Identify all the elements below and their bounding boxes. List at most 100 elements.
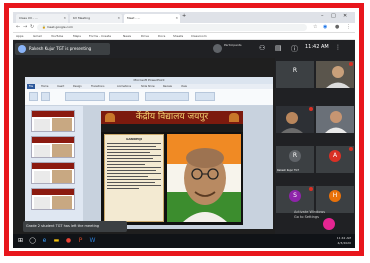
edge-icon[interactable]: e <box>40 237 49 245</box>
extension-icon[interactable]: ◉ <box>323 24 327 30</box>
bookmark-item[interactable]: YouTube <box>51 33 63 40</box>
presenting-banner[interactable]: Rakesh Kujur TGT is presenting <box>15 43 110 55</box>
participant-avatar: R <box>289 150 301 162</box>
windows-taskbar: ⊞ ◯ e ▬ ● P W 11:42 AM 4/3/2020 <box>13 234 355 248</box>
paragraph-group[interactable] <box>109 92 139 101</box>
new-tab-icon[interactable]: + <box>182 13 186 19</box>
participant-tile[interactable]: H <box>316 186 354 213</box>
powerpoint-window: Microsoft PowerPoint File Home Insert De… <box>25 77 273 229</box>
paste-button[interactable] <box>29 92 38 101</box>
bookmark-item[interactable]: News <box>123 33 131 40</box>
menu-icon[interactable]: ⋮ <box>346 24 351 30</box>
participants-caption: Participants <box>224 43 242 47</box>
muted-icon <box>309 187 313 191</box>
browser-tab[interactable]: KV Meeting ✕ <box>70 14 122 23</box>
word-icon[interactable]: W <box>88 237 97 245</box>
gandhi-portrait-image <box>167 134 241 222</box>
temple-decoration-icon <box>105 113 115 122</box>
profile-icon[interactable]: ● <box>335 24 339 30</box>
participant-tile[interactable]: R <box>276 61 314 88</box>
powerpoint-icon[interactable]: P <box>76 237 85 245</box>
slide-subtitle <box>101 124 243 132</box>
bookmark-item[interactable]: Drive <box>141 33 149 40</box>
meet-top-bar: Rakesh Kujur TGT is presenting Participa… <box>13 40 355 58</box>
activate-line-2: Go to Settings <box>294 215 319 219</box>
tab-label: Meet - ... <box>127 16 141 20</box>
current-slide[interactable]: केंद्रीय विद्यालय जयपुर GANDHIJI <box>101 111 243 225</box>
people-icon[interactable]: ⚇ <box>259 44 265 52</box>
participant-avatar: H <box>329 190 341 202</box>
participant-video-tile[interactable] <box>316 61 354 88</box>
close-window-icon[interactable]: ✕ <box>343 13 347 19</box>
participant-video-tile[interactable] <box>316 106 354 133</box>
bookmark-item[interactable]: Gmail <box>33 33 42 40</box>
close-icon[interactable]: ✕ <box>63 14 66 23</box>
red-border-frame: Class XII - ... ✕ KV Meeting ✕ Meet - ... ✕… <box>4 3 364 256</box>
url-text: meet.google.com <box>46 25 73 29</box>
slide-thumbnails-pane <box>25 106 83 229</box>
participant-tile[interactable]: S <box>276 186 314 213</box>
url-input[interactable]: 🔒 meet.google.com <box>37 24 307 31</box>
slide-thumbnail[interactable] <box>31 188 75 210</box>
bookmark-item[interactable]: Forms - Create <box>89 33 111 40</box>
ppt-title-bar: Microsoft PowerPoint <box>25 77 273 84</box>
chrome-icon[interactable]: ● <box>64 237 73 245</box>
forward-icon[interactable]: → <box>23 24 27 30</box>
more-options-icon[interactable]: ⋮ <box>335 44 341 51</box>
slide-text-panel: GANDHIJI <box>104 134 164 222</box>
back-icon[interactable]: ← <box>16 24 20 30</box>
presentation-stage: Microsoft PowerPoint File Home Insert De… <box>13 58 275 234</box>
maximize-icon[interactable]: □ <box>331 13 336 19</box>
new-slide-button[interactable] <box>41 92 50 101</box>
participant-name: Rakesh Kujur TGT <box>277 169 299 172</box>
minimize-icon[interactable]: – <box>321 13 324 19</box>
browser-tab-strip: Class XII - ... ✕ KV Meeting ✕ Meet - ... ✕… <box>13 12 355 23</box>
avatar <box>213 44 222 53</box>
slide-thumbnail[interactable] <box>31 136 75 158</box>
bookmark-item[interactable]: Maps <box>73 33 81 40</box>
info-icon[interactable]: ⓘ <box>291 44 298 54</box>
participant-avatar: S <box>289 190 301 202</box>
system-tray[interactable]: 11:42 AM 4/3/2020 <box>337 236 351 246</box>
text-panel-heading: GANDHIJI <box>126 137 142 141</box>
participant-tile[interactable]: R Rakesh Kujur TGT <box>276 146 314 173</box>
slide-thumbnail[interactable] <box>31 162 75 184</box>
close-icon[interactable]: ✕ <box>117 14 120 23</box>
participants-summary: Participants <box>213 42 251 56</box>
editing-group[interactable] <box>195 92 215 101</box>
temple-decoration-icon <box>229 113 239 122</box>
notification-toast: Grade 2 student TGT has left the meeting <box>23 221 127 232</box>
browser-tab[interactable]: Class XII - ... ✕ <box>16 14 68 23</box>
font-group[interactable] <box>65 92 105 101</box>
chat-icon[interactable]: ▤ <box>275 44 282 52</box>
close-icon[interactable]: ✕ <box>175 14 178 23</box>
desktop-screen: Class XII - ... ✕ KV Meeting ✕ Meet - ... ✕… <box>13 12 355 248</box>
ribbon-toolbar <box>25 89 273 106</box>
participant-avatar: R <box>292 67 298 74</box>
file-explorer-icon[interactable]: ▬ <box>52 237 61 245</box>
star-icon[interactable]: ☆ <box>313 24 317 30</box>
muted-icon <box>309 107 313 111</box>
bookmarks-bar: Apps Gmail YouTube Maps Forms - Create N… <box>13 33 355 40</box>
address-bar-row: ← → ↻ 🔒 meet.google.com ☆ ◉ ● ⋮ <box>13 23 355 33</box>
activate-windows-watermark: Activate Windows Go to Settings <box>294 210 325 220</box>
bookmark-item[interactable]: Docs <box>158 33 165 40</box>
participant-video-tile[interactable] <box>276 106 314 133</box>
presenter-avatar <box>18 45 26 53</box>
meeting-clock: 11:42 AM <box>305 44 329 50</box>
bookmark-item[interactable]: Sheets <box>173 33 183 40</box>
tab-label: Class XII - ... <box>19 16 38 20</box>
participant-avatar: A <box>329 150 341 162</box>
slide-editor-area: केंद्रीय विद्यालय जयपुर GANDHIJI <box>83 106 273 229</box>
bookmark-item[interactable]: Classroom <box>191 33 207 40</box>
slide-thumbnail[interactable] <box>31 110 75 132</box>
browser-tab-active[interactable]: Meet - ... ✕ <box>124 14 180 23</box>
drawing-group[interactable] <box>145 92 189 101</box>
tab-label: KV Meeting <box>73 16 91 20</box>
presenting-text: Rakesh Kujur TGT is presenting <box>29 46 92 51</box>
search-icon[interactable]: ◯ <box>28 237 37 245</box>
participant-tile[interactable]: A <box>316 146 354 173</box>
bookmark-item[interactable]: Apps <box>16 33 23 40</box>
reload-icon[interactable]: ↻ <box>30 24 34 30</box>
windows-start-icon[interactable]: ⊞ <box>16 237 25 245</box>
